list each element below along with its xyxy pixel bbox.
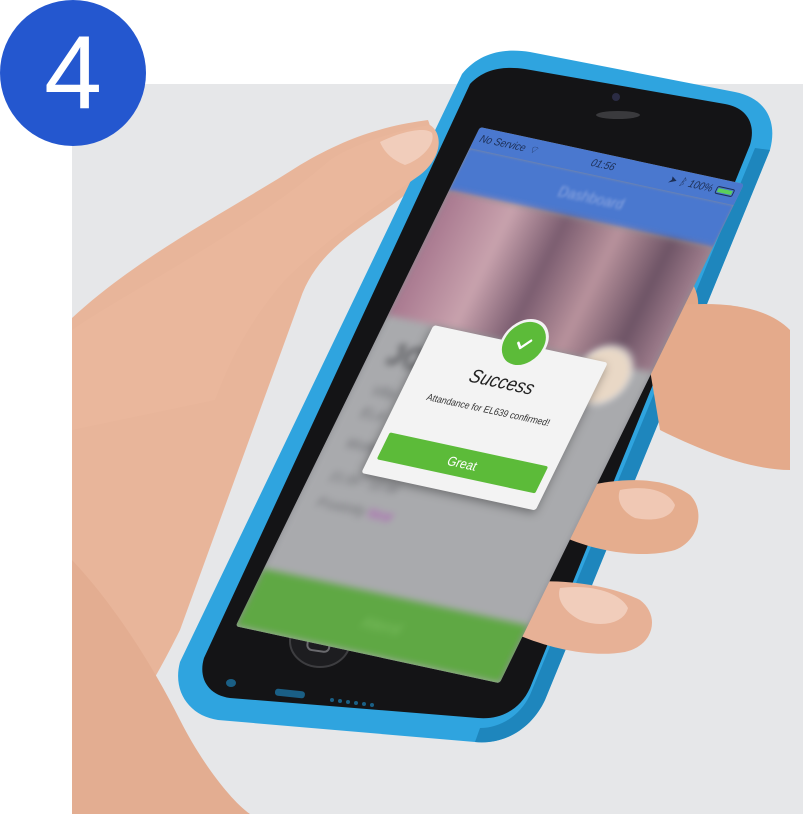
battery-percent: 100% [685,177,716,195]
clock: 01:56 [588,156,618,174]
attend-button-label: Attend [358,613,405,639]
earpiece [596,111,640,119]
checkmark-icon [517,339,533,350]
battery-icon [714,185,736,198]
headphone-jack [226,679,236,687]
great-button-label: Great [444,452,481,474]
wifi-icon: ⌔ [526,143,541,157]
battery-fill [716,188,733,195]
front-camera [612,93,620,101]
nav-title: Dashboard [555,182,628,213]
